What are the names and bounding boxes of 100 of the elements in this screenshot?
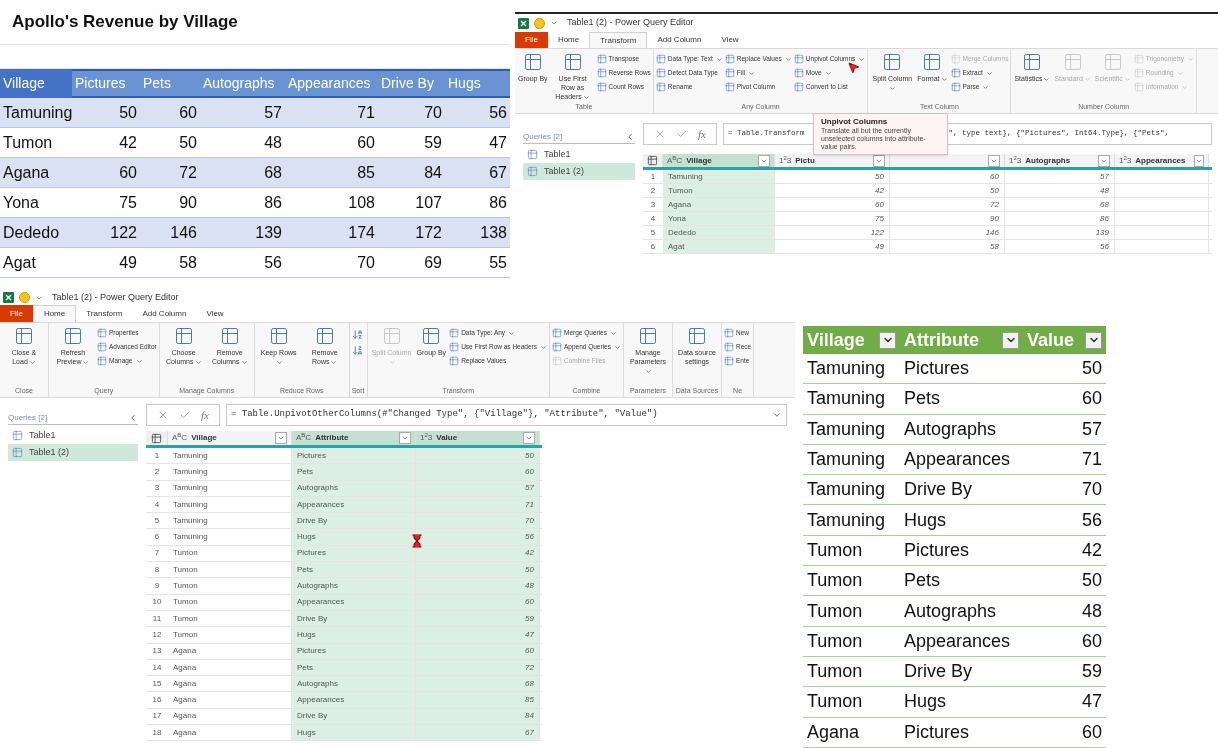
ribbon-tab[interactable]: View (196, 305, 234, 322)
ribbon-tab[interactable]: Transform (76, 305, 133, 322)
table-cell: Dededo (668, 226, 697, 239)
table-cell: Yona (668, 212, 686, 225)
table-cell-text: 70 (1080, 478, 1103, 502)
column-title: Attribute (904, 328, 979, 352)
table-cell-text: 68 (263, 162, 283, 183)
table-cell-text: Tumon (806, 629, 864, 653)
table-cell: 50 (990, 184, 999, 197)
table-cell-text: Yona (2, 192, 40, 213)
table-cell-text: 60 (178, 102, 198, 123)
fx-label[interactable]: fx (698, 125, 706, 143)
column-header[interactable]: A$^{B}$C Village (168, 431, 292, 445)
ribbon-tab[interactable]: Transform (589, 32, 648, 48)
type-icon: A$^{B}$C (296, 432, 312, 444)
formula-field[interactable]: = Table.UnpivotOtherColumns(#"Changed Type", {"Village"}, "Attribute", "Value") (225, 404, 787, 426)
ribbon-tab[interactable]: File (515, 32, 548, 48)
table-cell: Agana (173, 677, 197, 690)
table-cell: 56 (525, 531, 534, 544)
table-cell-text: Pets (903, 569, 942, 593)
table-cell-text: Tamuning (806, 387, 887, 411)
table-cell-text: Tamuning (806, 448, 887, 472)
table-cell: 146 (985, 226, 999, 239)
column-header[interactable]: 1$^{2}$3 Autographs (1005, 154, 1115, 167)
table-cell: Tumon (668, 184, 693, 197)
table-cell: 59 (525, 612, 534, 625)
ribbon-tab[interactable]: Add Column (647, 32, 712, 48)
table-cell: 56 (1100, 240, 1109, 253)
table-cell-text: Tamuning (2, 102, 72, 123)
fx-label[interactable]: fx (201, 406, 209, 424)
column-header[interactable]: 1$^{2}$3 Appearances (1115, 154, 1209, 167)
table-cell: Pictures (297, 449, 326, 462)
table-cell: 72 (525, 661, 534, 674)
column-header[interactable]: A$^{B}$C Village (663, 154, 775, 167)
table-cell: 57 (525, 482, 534, 495)
table-cell-text: 69 (423, 252, 443, 273)
table-cell: 50 (525, 449, 534, 462)
table-cell-text: 42 (118, 132, 138, 153)
query-item[interactable]: Table1 (523, 146, 635, 163)
column-header[interactable]: Village (0, 69, 72, 98)
table-cell: Tumon (173, 547, 198, 560)
table-cell: 50 (525, 563, 534, 576)
sheet-title: Apollo's Revenue by Village (12, 11, 238, 34)
table-cell: Pets (297, 465, 313, 478)
table-cell-text: Tamuning (806, 417, 887, 441)
table-cell: Drive By (297, 612, 328, 625)
table-cell-text: 70 (356, 252, 376, 273)
table-cell-text: 85 (356, 162, 376, 183)
table-cell-text: 59 (423, 132, 443, 153)
ribbon-tab[interactable]: Add Column (132, 305, 197, 322)
table-cell-text: 50 (178, 132, 198, 153)
column-header[interactable]: 1$^{2}$3 Pictu (775, 154, 890, 167)
table-cell-text: 50 (1080, 357, 1103, 381)
table-cell: Autographs (297, 580, 338, 592)
query-item[interactable]: Table1 (2) (523, 163, 635, 180)
query-item[interactable]: Table1 (2) (8, 444, 138, 461)
table-cell: Hugs (297, 628, 316, 641)
column-header[interactable]: A$^{B}$C Attribute (292, 431, 416, 445)
formula-text: = Table.UnpivotOtherColumns(#"Changed Type", {"Village"}, "Attribute", "Value") (230, 408, 658, 422)
table-cell-text: Tamuning (806, 508, 887, 532)
table-cell-text: 50 (118, 102, 138, 123)
table-cell-text: Pictures (903, 720, 971, 744)
table-cell: Agana (668, 198, 692, 211)
table-cell: Tamuning (173, 498, 208, 511)
table-cell-text: Agat (2, 252, 37, 273)
ribbon-tab[interactable]: View (711, 32, 749, 48)
query-item[interactable]: Table1 (8, 427, 138, 444)
column-title: Appearances (1135, 154, 1186, 167)
table-cell: Tamuning (668, 170, 703, 183)
table-cell-text: Pictures (903, 538, 971, 562)
table-cell: Pictures (297, 645, 326, 658)
table-cell: 60 (875, 198, 884, 211)
table-cell-text: 58 (178, 252, 198, 273)
table-cell: 139 (1095, 226, 1109, 239)
table-cell: 68 (525, 677, 534, 690)
table-cell-text: 56 (488, 102, 508, 123)
table-cell: Tamuning (173, 482, 208, 495)
table-cell-text: Pets (903, 387, 942, 411)
table-cell-text: Appearances (903, 448, 1012, 472)
table-cell: Agat (668, 240, 685, 253)
table-cell: 70 (525, 514, 534, 527)
table-cell: 48 (1100, 184, 1109, 197)
table-cell-text: 56 (1080, 508, 1103, 532)
ribbon-tab[interactable]: Home (32, 305, 77, 322)
type-icon: 1$^{2}$3 (1119, 154, 1132, 167)
table-cell: Agana (173, 694, 197, 707)
table-cell-text: 48 (1080, 599, 1103, 623)
table-cell: Tamuning (173, 465, 208, 478)
table-cell: 60 (525, 465, 534, 478)
table-cell-text: 55 (488, 252, 508, 273)
table-cell-text: 47 (1080, 690, 1103, 714)
ribbon-tab[interactable]: File (0, 305, 33, 322)
table-cell: Tumon (173, 596, 198, 609)
table-cell-text: 72 (178, 162, 198, 183)
column-title: Pictu (795, 154, 815, 167)
table-cell-text: 172 (414, 222, 443, 243)
table-cell-text: 57 (1080, 417, 1103, 441)
ribbon-tab[interactable]: Home (547, 32, 590, 48)
table-cell-text: Tumon (806, 690, 864, 714)
column-header[interactable]: 1$^{2}$3 Value (416, 431, 540, 445)
